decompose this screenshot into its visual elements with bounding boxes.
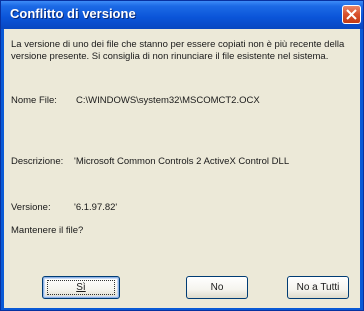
version-value: '6.1.97.82' <box>74 202 118 213</box>
file-name-label: Nome File: <box>11 95 57 106</box>
keep-file-question: Mantenere il file? <box>11 225 84 236</box>
description-value: 'Microsoft Common Controls 2 ActiveX Con… <box>74 156 290 167</box>
yes-button[interactable]: Sì <box>42 276 120 299</box>
no-button[interactable]: No <box>186 276 248 299</box>
description-label: Descrizione: <box>11 156 64 167</box>
close-icon <box>346 9 357 20</box>
warning-message: La versione di uno dei file che stanno p… <box>11 39 345 62</box>
version-label: Versione: <box>11 202 51 213</box>
file-name-value: C:\WINDOWS\system32\MSCOMCT2.OCX <box>76 95 260 106</box>
focus-indicator <box>47 280 115 295</box>
window-title: Conflitto di versione <box>10 6 136 21</box>
close-button[interactable] <box>342 5 361 24</box>
no-to-all-button[interactable]: No a Tutti <box>287 276 349 299</box>
no-button-label: No <box>210 282 224 293</box>
dialog-body: La versione di uno dei file che stanno p… <box>4 29 360 308</box>
title-bar[interactable]: Conflitto di versione <box>1 1 363 29</box>
dialog-window: Conflitto di versione La versione di uno… <box>0 0 364 311</box>
no-to-all-button-label: No a Tutti <box>296 282 340 293</box>
